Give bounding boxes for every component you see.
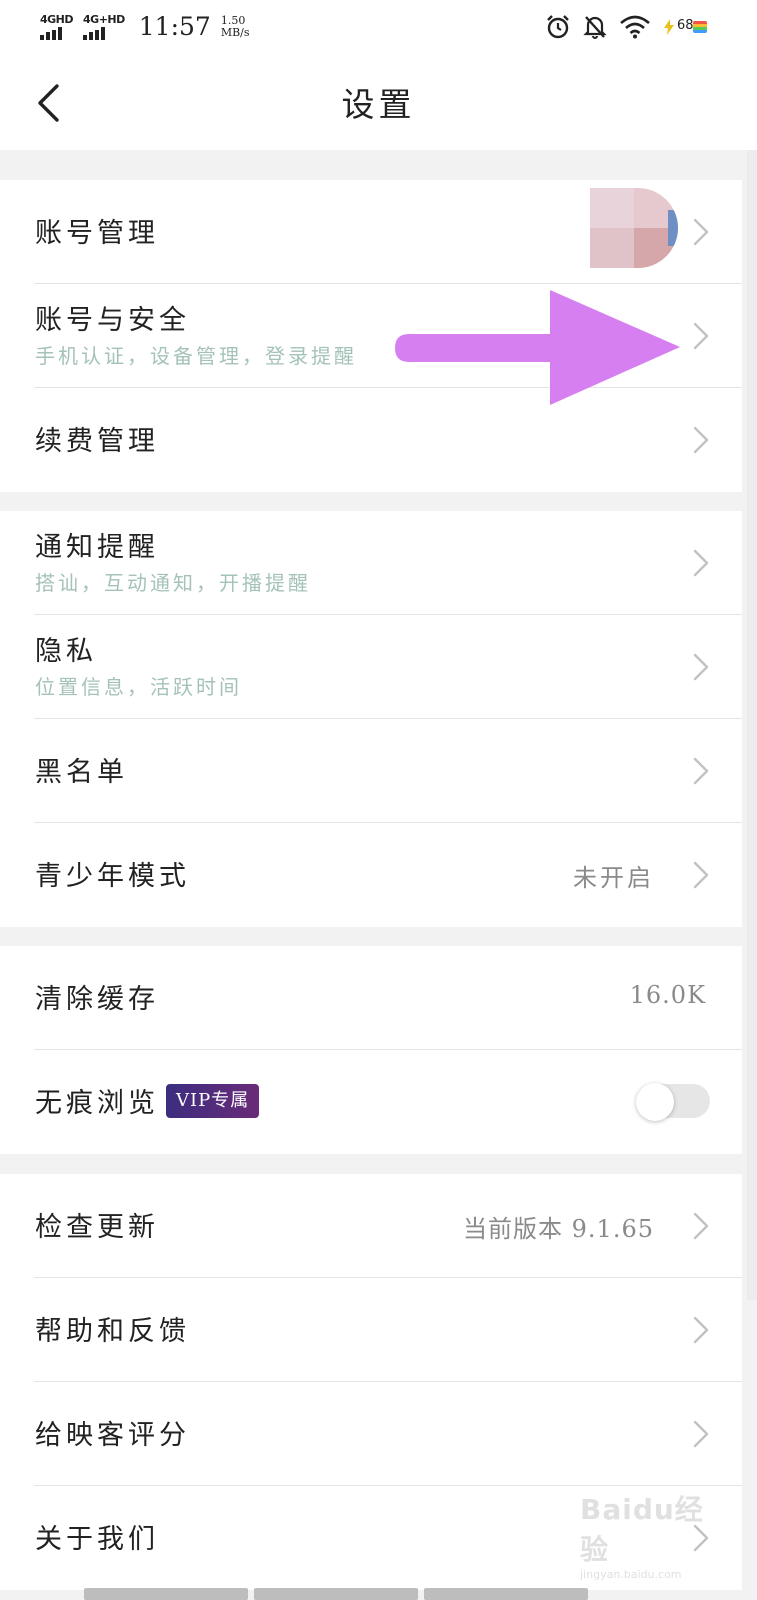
settings-row-notifications[interactable]: 通知提醒 搭讪，互动通知，开播提醒 (0, 511, 742, 615)
section-storage: 清除缓存 16.0K 无痕浏览 VIP专属 (0, 946, 742, 1154)
settings-row-privacy[interactable]: 隐私 位置信息，活跃时间 (0, 615, 742, 719)
row-value: 未开启 (573, 864, 654, 892)
settings-row-help-feedback[interactable]: 帮助和反馈 (0, 1278, 742, 1382)
settings-row-teen-mode[interactable]: 青少年模式 未开启 (0, 823, 742, 927)
status-bar: 4GHD 4G+HD 11:57 1.50 MB/s 68 (0, 0, 757, 56)
row-title: 隐私 (35, 636, 97, 667)
row-title: 给映客评分 (35, 1420, 190, 1451)
signal-bars-icon (83, 26, 106, 40)
row-title: 清除缓存 (35, 984, 159, 1015)
vip-badge: VIP专属 (166, 1084, 260, 1118)
row-subtitle: 位置信息，活跃时间 (35, 675, 242, 699)
page-title: 设置 (341, 85, 416, 124)
battery-icon (693, 21, 707, 33)
row-value: 当前版本 9.1.65 (463, 1215, 654, 1243)
chevron-right-icon (693, 757, 709, 785)
incognito-toggle[interactable] (636, 1083, 710, 1121)
watermark-text: Baidu经验 (580, 1493, 704, 1566)
status-time: 11:57 (138, 12, 211, 41)
section-privacy: 通知提醒 搭讪，互动通知，开播提醒 隐私 位置信息，活跃时间 黑名单 青少年模式… (0, 511, 742, 927)
signal-2-label: 4G+HD (83, 12, 125, 26)
chevron-right-icon (693, 861, 709, 889)
row-title: 关于我们 (35, 1524, 159, 1555)
chevron-right-icon (693, 1420, 709, 1448)
settings-row-clear-cache[interactable]: 清除缓存 16.0K (0, 946, 742, 1050)
row-value: 16.0K (629, 981, 706, 1009)
section-account: 账号管理 账号与安全 手机认证，设备管理，登录提醒 续费管理 (0, 180, 742, 492)
scrollbar[interactable] (747, 150, 757, 1300)
network-speed-unit: MB/s (220, 25, 250, 39)
battery-indicator: 68 (663, 17, 707, 37)
wifi-icon (620, 15, 650, 39)
charging-bolt-icon (664, 19, 674, 35)
nav-bar: 设置 (0, 56, 757, 150)
settings-row-blacklist[interactable]: 黑名单 (0, 719, 742, 823)
signal-1-label: 4GHD (40, 12, 74, 26)
signal-bars-icon (40, 26, 62, 40)
chevron-right-icon (693, 218, 709, 246)
watermark-url: jingyan.baidu.com (580, 1568, 682, 1581)
row-title: 黑名单 (35, 757, 128, 788)
chevron-right-icon (693, 549, 709, 577)
alarm-icon (547, 15, 569, 39)
settings-row-incognito: 无痕浏览 VIP专属 (0, 1050, 742, 1154)
network-speed-value: 1.50 (220, 13, 246, 27)
row-title: 续费管理 (35, 426, 159, 457)
row-title: 检查更新 (35, 1212, 159, 1243)
status-right: 68 (545, 14, 707, 40)
chevron-right-icon (693, 322, 709, 350)
signal-indicator-2: 4G+HD (83, 14, 125, 40)
status-left: 4GHD 4G+HD 11:57 1.50 MB/s (40, 12, 250, 41)
chevron-right-icon (693, 1212, 709, 1240)
toggle-knob (636, 1083, 674, 1121)
chevron-right-icon (693, 1316, 709, 1344)
row-title: 无痕浏览 (35, 1088, 159, 1119)
network-speed: 1.50 MB/s (220, 13, 250, 39)
bell-off-icon (583, 16, 607, 39)
chevron-right-icon (693, 653, 709, 681)
row-title: 通知提醒 (35, 532, 159, 563)
settings-row-account-security[interactable]: 账号与安全 手机认证，设备管理，登录提醒 (0, 284, 742, 388)
settings-row-rate-app[interactable]: 给映客评分 (0, 1382, 742, 1486)
bottom-bar (84, 1588, 588, 1600)
row-subtitle: 手机认证，设备管理，登录提醒 (35, 344, 357, 368)
row-title: 青少年模式 (35, 861, 190, 892)
row-subtitle: 搭讪，互动通知，开播提醒 (35, 571, 311, 595)
settings-row-check-update[interactable]: 检查更新 当前版本 9.1.65 (0, 1174, 742, 1278)
settings-row-renewal[interactable]: 续费管理 (0, 388, 742, 492)
chevron-right-icon (693, 426, 709, 454)
avatar[interactable] (590, 188, 678, 268)
row-title: 账号与安全 (35, 305, 190, 336)
settings-row-account-manage[interactable]: 账号管理 (0, 180, 742, 284)
row-title: 账号管理 (35, 218, 159, 249)
battery-level: 68 (677, 18, 694, 33)
signal-indicator-1: 4GHD (40, 12, 74, 40)
watermark: Baidu经验 jingyan.baidu.com (580, 1488, 730, 1581)
row-title: 帮助和反馈 (35, 1316, 190, 1347)
